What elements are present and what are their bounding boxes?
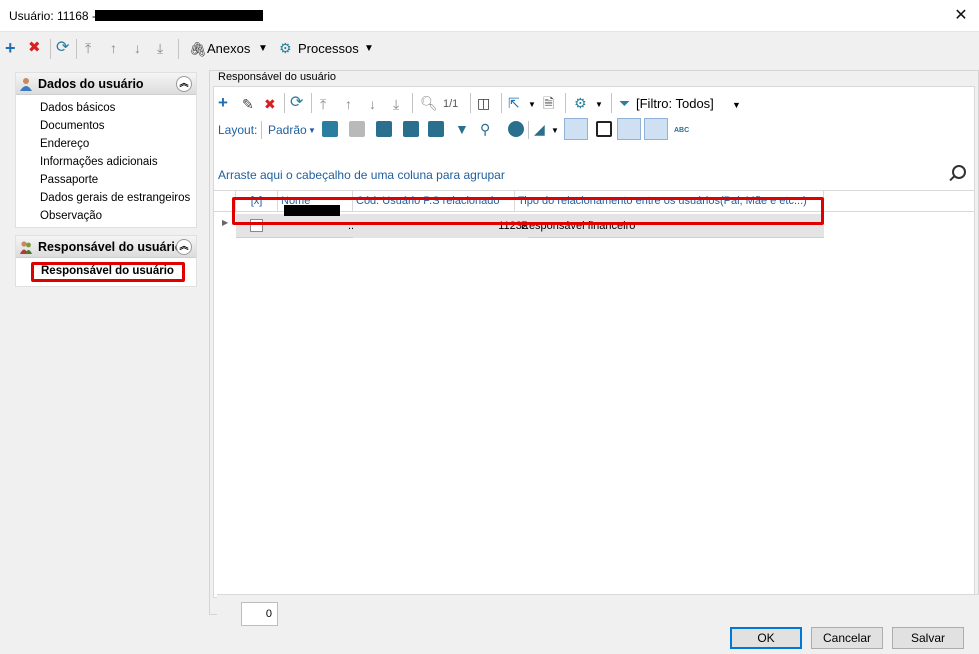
gear-icon: ⚙ [279, 40, 292, 56]
sidebar-item-informacoes[interactable]: Informações adicionais [40, 156, 158, 168]
highlight-box [232, 197, 824, 225]
move-down-icon[interactable]: ↓ [134, 39, 141, 57]
ok-button[interactable]: OK [730, 627, 802, 649]
toolbar-separator [528, 121, 529, 139]
users-icon [20, 241, 32, 254]
move-first-icon[interactable]: ⤒ [85, 39, 91, 57]
sidebar-item-passaporte[interactable]: Passaporte [40, 174, 98, 186]
layout-label: Layout: [218, 123, 258, 137]
chevron-down-icon[interactable]: ▼ [528, 97, 536, 113]
search-icon[interactable]: 🔍︎ [420, 95, 438, 111]
sidebar-group-header[interactable]: Responsável do usuário ︽ [16, 236, 196, 258]
collapse-icon[interactable]: ︽ [176, 76, 192, 92]
sidebar-item-endereco[interactable]: Endereço [40, 138, 89, 150]
columns-icon[interactable]: ◫ [477, 95, 490, 111]
move-down-icon[interactable]: ↓ [369, 96, 376, 112]
add-column-icon[interactable] [322, 121, 338, 137]
chart-icon[interactable]: ◢ [534, 121, 545, 137]
chevron-down-icon[interactable]: ▼ [732, 97, 741, 113]
record-count: 0 [241, 602, 278, 626]
group-by-hint: Arraste aqui o cabeçalho de uma coluna p… [218, 168, 505, 182]
sidebar: Dados do usuário ︽ Dados básicos Documen… [14, 72, 197, 287]
toolbar-separator [284, 93, 285, 113]
chevron-down-icon[interactable]: ▼ [308, 123, 316, 139]
sidebar-item-dados-basicos[interactable]: Dados básicos [40, 102, 115, 114]
title-bar: Usuário: 11168 - ✕ [0, 0, 979, 32]
toolbar-separator [611, 93, 612, 113]
layout-select[interactable]: Padrão [268, 123, 307, 137]
responsavel-panel: Responsável do usuário + ✎ ✖ ⟳ ⤒ ↑ ↓ ⤓ 🔍… [209, 70, 979, 630]
sidebar-item-observacao[interactable]: Observação [40, 210, 102, 222]
filter-label[interactable]: [Filtro: Todos] [636, 96, 714, 112]
refresh-icon[interactable]: ⟳ [56, 39, 69, 57]
add-icon[interactable]: + [218, 94, 228, 111]
footer-toggle-button[interactable] [564, 118, 588, 140]
collapse-icon[interactable]: ︽ [176, 239, 192, 255]
row-expand-icon[interactable]: ▶ [222, 218, 228, 227]
sidebar-group-title: Responsável do usuário [38, 240, 183, 254]
toolbar-separator [178, 39, 179, 59]
main-toolbar: + ✖ ⟳ ⤒ ↑ ↓ ⤓ 🖇 Anexos ▼ ⚙ Processos ▼ [0, 36, 979, 62]
move-up-icon[interactable]: ↑ [345, 96, 352, 112]
toolbar-separator [412, 93, 413, 113]
rename-layout-icon[interactable] [376, 121, 392, 137]
close-icon[interactable]: ✕ [943, 0, 979, 31]
sidebar-item-estrangeiros[interactable]: Dados gerais de estrangeiros [40, 192, 190, 204]
toolbar-separator [470, 93, 471, 113]
text-format-icon[interactable]: ABC [674, 123, 689, 139]
chevron-down-icon[interactable]: ▼ [364, 40, 374, 58]
panel-toggle-icon[interactable] [596, 121, 612, 137]
toolbar-separator [311, 93, 312, 113]
rows-toggle-button[interactable] [644, 118, 668, 140]
paperclip-icon: 🖇 [189, 41, 207, 57]
pin-icon[interactable]: ⚲ [480, 121, 490, 137]
add-icon[interactable]: + [5, 39, 16, 57]
refresh-icon[interactable]: ⟳ [290, 95, 303, 111]
move-last-icon[interactable]: ⤓ [157, 39, 163, 57]
gear-icon[interactable]: ⚙ [574, 95, 587, 111]
panel-title: Responsável do usuário [218, 71, 337, 83]
highlight-box [31, 262, 185, 282]
user-icon [20, 78, 32, 91]
sidebar-group-title: Dados do usuário [38, 77, 144, 91]
paint-icon[interactable]: ▼ [455, 121, 469, 137]
move-up-icon[interactable]: ↑ [110, 39, 117, 57]
processos-menu[interactable]: Processos [298, 41, 359, 56]
chevron-down-icon[interactable]: ▼ [595, 97, 603, 113]
remove-column-icon[interactable] [349, 121, 365, 137]
cancel-button[interactable]: Cancelar [811, 627, 883, 649]
edit-icon[interactable]: ✎ [242, 96, 254, 112]
pager-text: 1/1 [443, 98, 459, 110]
toolbar-separator [501, 93, 502, 113]
delete-icon[interactable]: ✖ [28, 39, 41, 57]
anexos-menu[interactable]: Anexos [207, 41, 250, 56]
upload-layout-icon[interactable] [403, 121, 419, 137]
toolbar-separator [76, 39, 77, 59]
download-layout-icon[interactable] [428, 121, 444, 137]
grid-area: + ✎ ✖ ⟳ ⤒ ↑ ↓ ⤓ 🔍︎ 1/1 ◫ ⇱ ▼ 🗎 ⚙ ▼ ⏷ [Fi… [213, 86, 979, 630]
toolbar-separator [50, 39, 51, 59]
redacted-user-name [95, 10, 263, 21]
sidebar-item-documentos[interactable]: Documentos [40, 120, 105, 132]
sidebar-group-header[interactable]: Dados do usuário ︽ [16, 73, 196, 95]
grid-footer: 0 [217, 594, 979, 630]
document-icon[interactable]: 🗎 [543, 95, 554, 111]
filter-icon[interactable]: ⏷ [619, 95, 630, 111]
move-first-icon[interactable]: ⤒ [320, 96, 326, 112]
window-title: Usuário: 11168 - [9, 9, 96, 23]
move-last-icon[interactable]: ⤓ [393, 96, 399, 112]
shapes-icon[interactable] [508, 121, 524, 137]
save-button[interactable]: Salvar [892, 627, 964, 649]
chevron-down-icon[interactable]: ▼ [551, 123, 559, 139]
delete-icon[interactable]: ✖ [264, 96, 276, 112]
export-icon[interactable]: ⇱ [508, 95, 520, 111]
toolbar-separator [261, 121, 262, 139]
header-toggle-button[interactable] [617, 118, 641, 140]
chevron-down-icon[interactable]: ▼ [258, 40, 268, 58]
search-icon[interactable] [952, 165, 966, 179]
toolbar-separator [565, 93, 566, 113]
sidebar-group-dados: Dados do usuário ︽ Dados básicos Documen… [15, 72, 197, 228]
